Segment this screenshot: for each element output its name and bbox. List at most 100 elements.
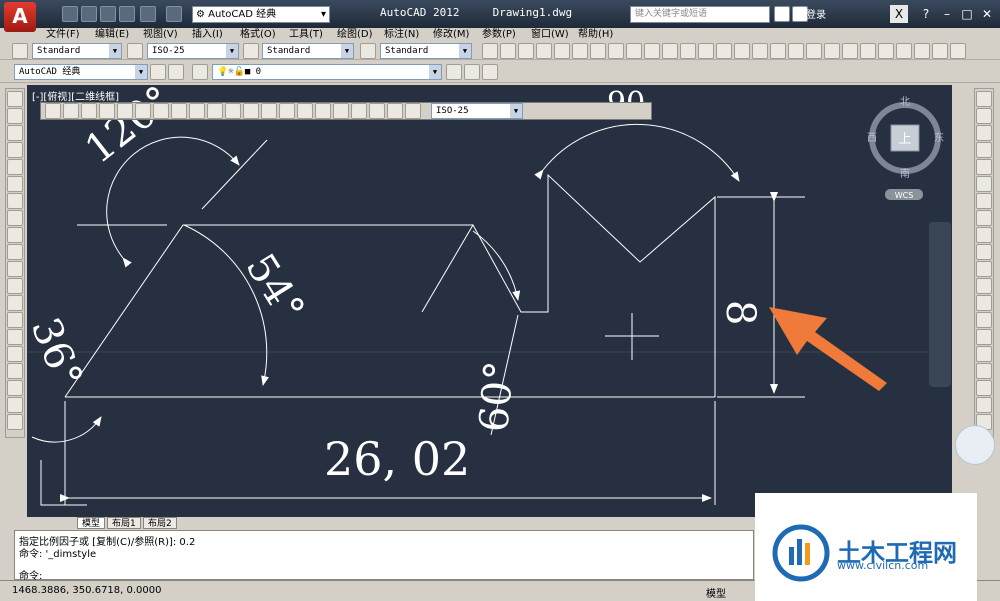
undo-icon[interactable] (140, 6, 156, 22)
close-icon[interactable]: ✕ (978, 5, 996, 23)
quick-dim-icon[interactable] (189, 103, 205, 119)
layer-previous-icon[interactable] (464, 64, 480, 80)
properties-icon[interactable] (842, 43, 858, 59)
layer-manager-icon[interactable] (192, 64, 208, 80)
circle-icon[interactable] (7, 193, 23, 209)
3d-print-icon[interactable] (590, 43, 606, 59)
menu-help[interactable]: 帮助(H) (578, 28, 613, 42)
quickcalc-icon[interactable] (932, 43, 948, 59)
polyline-icon[interactable] (7, 125, 23, 141)
rectangle-icon[interactable] (7, 159, 23, 175)
search-icon[interactable] (774, 6, 790, 22)
model-space-toggle[interactable]: 模型 (706, 585, 726, 600)
menu-modify[interactable]: 修改(M) (433, 28, 469, 42)
design-center-icon[interactable] (860, 43, 876, 59)
blend-icon[interactable] (976, 363, 992, 379)
ellipse-arc-icon[interactable] (7, 261, 23, 277)
diameter-dim-icon[interactable] (153, 103, 169, 119)
stretch-icon[interactable] (976, 227, 992, 243)
multileader-style-select[interactable]: Standard ▼ (380, 43, 472, 59)
table-style-icon[interactable] (243, 43, 259, 59)
microphone-icon[interactable] (955, 425, 995, 465)
text-style-icon[interactable] (12, 43, 28, 59)
jogged-icon[interactable] (135, 103, 151, 119)
tolerance-icon[interactable] (279, 103, 295, 119)
redo-icon[interactable] (734, 43, 750, 59)
jogged-linear-icon[interactable] (333, 103, 349, 119)
undo-icon[interactable] (698, 43, 714, 59)
preview-icon[interactable] (554, 43, 570, 59)
chamfer-icon[interactable] (976, 329, 992, 345)
baseline-icon[interactable] (207, 103, 223, 119)
dim-text-edit-icon[interactable] (369, 103, 385, 119)
menu-insert[interactable]: 插入(I) (192, 28, 223, 42)
move-icon[interactable] (976, 176, 992, 192)
new-icon[interactable] (482, 43, 498, 59)
markup-icon[interactable] (914, 43, 930, 59)
make-current-icon[interactable] (446, 64, 462, 80)
center-mark-icon[interactable] (297, 103, 313, 119)
dim-space-icon[interactable] (243, 103, 259, 119)
pan-icon[interactable] (770, 43, 786, 59)
zoom-window-icon[interactable] (806, 43, 822, 59)
maximize-icon[interactable]: □ (958, 5, 976, 23)
revision-cloud-icon[interactable] (7, 210, 23, 226)
dim-toolbar-style-select[interactable]: ISO-25 ▼ (431, 103, 523, 119)
help-icon[interactable]: ? (917, 5, 935, 23)
viewport-label[interactable]: [-][俯视][二维线框] (32, 88, 119, 103)
join-icon[interactable] (976, 312, 992, 328)
copy-object-icon[interactable] (976, 108, 992, 124)
arc-length-icon[interactable] (81, 103, 97, 119)
save-icon[interactable] (518, 43, 534, 59)
gradient-icon[interactable] (7, 346, 23, 362)
viewcube[interactable]: 上 北 南 东 西 WCS (867, 96, 944, 200)
angular-dim-icon[interactable] (171, 103, 187, 119)
ordinate-icon[interactable] (99, 103, 115, 119)
dim-style-icon[interactable] (127, 43, 143, 59)
paste-icon[interactable] (644, 43, 660, 59)
undo-list-icon[interactable] (716, 43, 732, 59)
erase-icon[interactable] (976, 91, 992, 107)
redo-icon[interactable] (166, 6, 182, 22)
hatch-icon[interactable] (7, 329, 23, 345)
menu-parametric[interactable]: 参数(P) (482, 28, 516, 42)
workspace-save-icon[interactable] (168, 64, 184, 80)
inspect-icon[interactable] (315, 103, 331, 119)
layer-states-icon[interactable] (482, 64, 498, 80)
tab-layout2[interactable]: 布局2 (143, 517, 177, 529)
menu-edit[interactable]: 编辑(E) (95, 28, 129, 42)
layer-icon[interactable] (976, 397, 992, 413)
construction-line-icon[interactable] (7, 108, 23, 124)
redo-list-icon[interactable] (752, 43, 768, 59)
menu-format[interactable]: 格式(O) (240, 28, 276, 42)
tab-model[interactable]: 模型 (77, 517, 106, 529)
menu-draw[interactable]: 绘图(D) (337, 28, 373, 42)
polygon-icon[interactable] (7, 142, 23, 158)
multiline-text-icon[interactable] (7, 397, 23, 413)
dim-style-select[interactable]: ISO-25 ▼ (147, 43, 239, 59)
dim-style-icon[interactable] (405, 103, 421, 119)
rotate-icon[interactable] (976, 193, 992, 209)
zoom-previous-icon[interactable] (824, 43, 840, 59)
zoom-realtime-icon[interactable] (788, 43, 804, 59)
workspace-settings-icon[interactable] (150, 64, 166, 80)
line-icon[interactable] (7, 91, 23, 107)
save-as-icon[interactable] (100, 6, 116, 22)
plot-icon[interactable] (536, 43, 552, 59)
menu-window[interactable]: 窗口(W) (531, 28, 569, 42)
table-style-select[interactable]: Standard ▼ (262, 43, 354, 59)
sheet-set-icon[interactable] (896, 43, 912, 59)
search-input[interactable]: 键入关键字或短语 (630, 6, 770, 23)
add-selected-icon[interactable] (7, 414, 23, 430)
help-icon[interactable] (950, 43, 966, 59)
fillet-icon[interactable] (976, 346, 992, 362)
print-icon[interactable] (119, 6, 135, 22)
trim-icon[interactable] (976, 244, 992, 260)
arc-icon[interactable] (7, 176, 23, 192)
point-icon[interactable] (7, 312, 23, 328)
make-block-icon[interactable] (7, 295, 23, 311)
ellipse-icon[interactable] (7, 244, 23, 260)
menu-tools[interactable]: 工具(T) (289, 28, 323, 42)
block-editor-icon[interactable] (680, 43, 696, 59)
menu-dimension[interactable]: 标注(N) (384, 28, 419, 42)
